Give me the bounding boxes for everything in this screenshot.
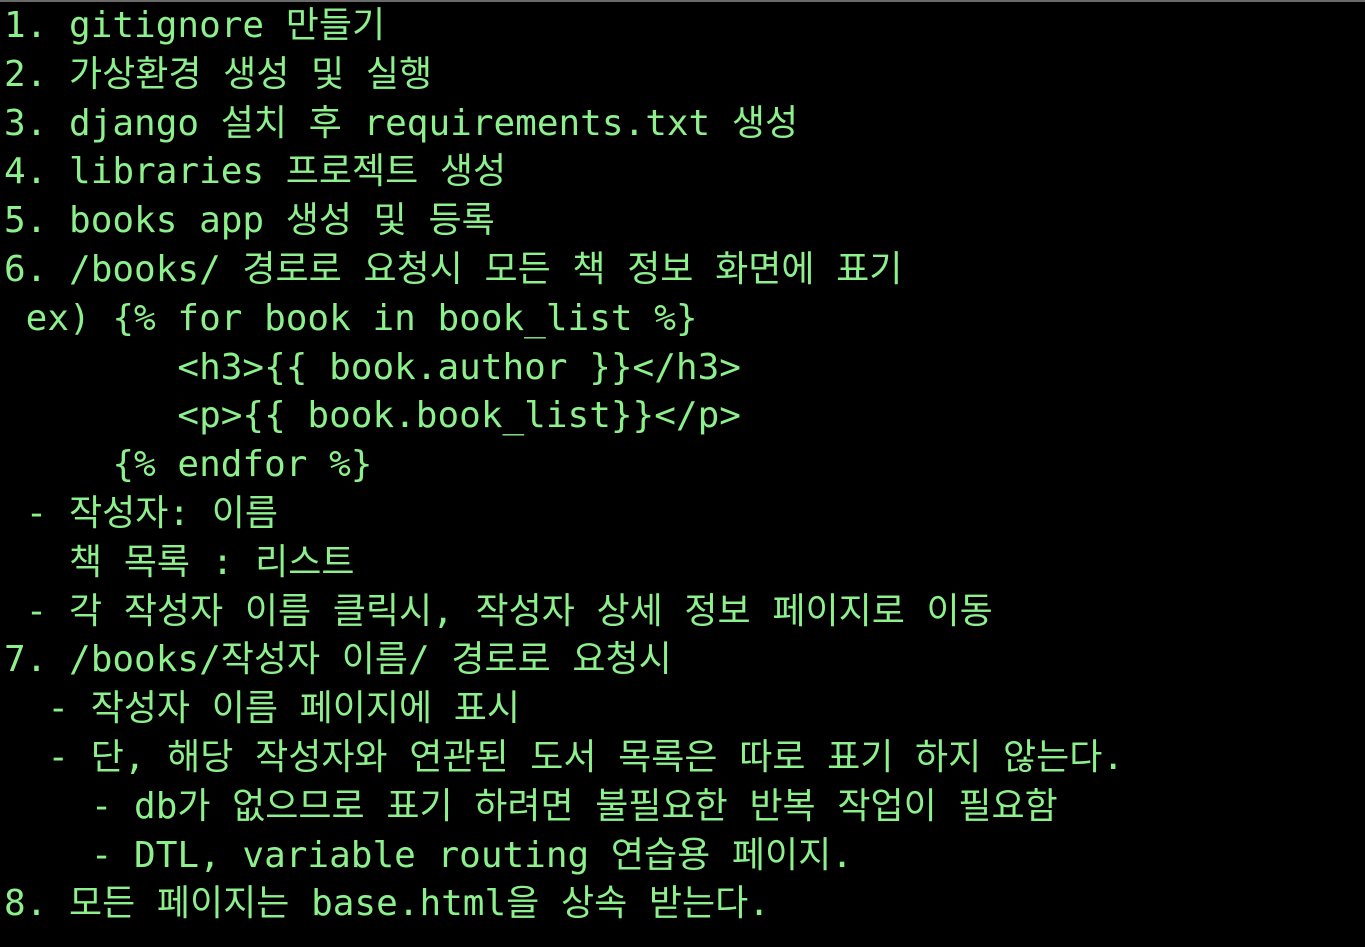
- text-line-17: - db가 없으므로 표기 하려면 불필요한 반복 작업이 필요함: [4, 785, 1058, 827]
- text-line-6: 6. /books/ 경로로 요청시 모든 책 정보 화면에 표기: [4, 248, 903, 290]
- text-line-14: 7. /books/작성자 이름/ 경로로 요청시: [4, 639, 672, 681]
- text-line-12: 책 목록 : 리스트: [4, 541, 355, 583]
- text-line-10: {% endfor %}: [4, 444, 373, 486]
- text-line-4: 4. libraries 프로젝트 생성: [4, 151, 507, 193]
- text-line-15: - 작성자 이름 페이지에 표시: [4, 688, 521, 730]
- text-line-13: - 각 작성자 이름 클릭시, 작성자 상세 정보 페이지로 이동: [4, 590, 993, 632]
- text-line-3: 3. django 설치 후 requirements.txt 생성: [4, 102, 799, 144]
- terminal-window[interactable]: 1. gitignore 만들기 2. 가상환경 생성 및 실행 3. djan…: [0, 0, 1365, 947]
- text-line-16: - 단, 해당 작성자와 연관된 도서 목록은 따로 표기 하지 않는다.: [4, 736, 1124, 778]
- text-line-8: <h3>{{ book.author }}</h3>: [4, 346, 741, 388]
- text-line-1: 1. gitignore 만들기: [4, 5, 386, 46]
- text-line-7: ex) {% for book in book_list %}: [4, 297, 698, 339]
- text-line-2: 2. 가상환경 생성 및 실행: [4, 53, 433, 95]
- text-line-19: 8. 모든 페이지는 base.html을 상속 받는다.: [4, 883, 770, 925]
- text-line-9: <p>{{ book.book_list}}</p>: [4, 395, 741, 437]
- window-top-border: [0, 0, 1365, 2]
- text-line-18: - DTL, variable routing 연습용 페이지.: [4, 834, 853, 876]
- text-line-5: 5. books app 생성 및 등록: [4, 200, 495, 242]
- text-line-11: - 작성자: 이름: [4, 492, 278, 534]
